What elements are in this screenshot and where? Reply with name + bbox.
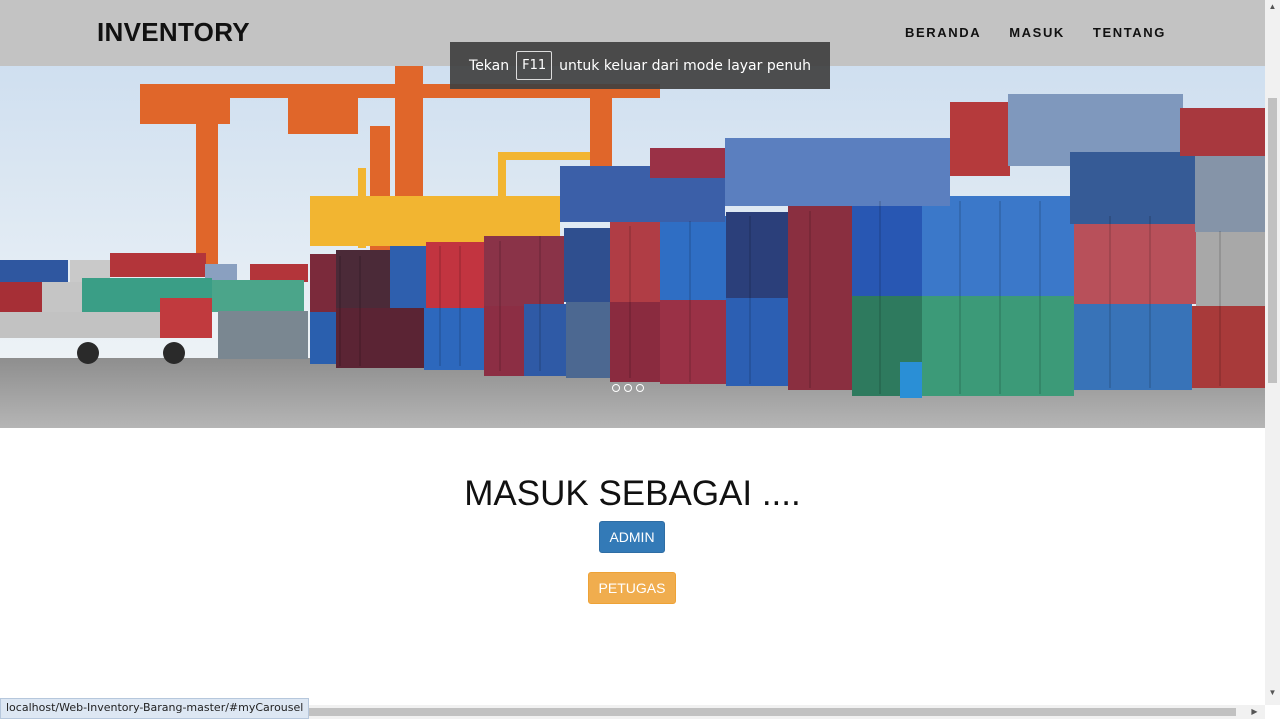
nav-link-masuk[interactable]: MASUK [1009,25,1065,40]
carousel-slide-image [0,66,1265,428]
nav-link-beranda[interactable]: BERANDA [905,25,981,40]
carousel-indicator-1[interactable] [612,384,620,392]
scroll-up-icon[interactable]: ▲ [1265,2,1280,11]
scroll-right-icon[interactable]: ▶ [1247,707,1262,716]
vertical-scroll-thumb[interactable] [1268,98,1277,383]
carousel-indicators [612,384,644,392]
hero-carousel[interactable] [0,66,1265,428]
nav-link-tentang[interactable]: TENTANG [1093,25,1166,40]
petugas-login-button[interactable]: PETUGAS [588,572,676,604]
fullscreen-notice-prefix: Tekan [469,57,510,74]
f11-key-badge: F11 [516,51,553,80]
fullscreen-notice-suffix: untuk keluar dari mode layar penuh [559,57,811,74]
nav-menu: BERANDA MASUK TENTANG [905,25,1166,40]
vertical-scrollbar[interactable]: ▲ ▼ [1265,0,1280,705]
admin-login-button[interactable]: ADMIN [599,521,665,553]
status-bar-url: localhost/Web-Inventory-Barang-master/#m… [0,698,310,719]
fullscreen-exit-notice: Tekan F11 untuk keluar dari mode layar p… [450,42,830,89]
scroll-down-icon[interactable]: ▼ [1265,688,1280,697]
brand-logo[interactable]: INVENTORY [97,17,250,48]
carousel-indicator-2[interactable] [624,384,632,392]
login-heading: MASUK SEBAGAI .... [464,474,801,513]
carousel-indicator-3[interactable] [636,384,644,392]
